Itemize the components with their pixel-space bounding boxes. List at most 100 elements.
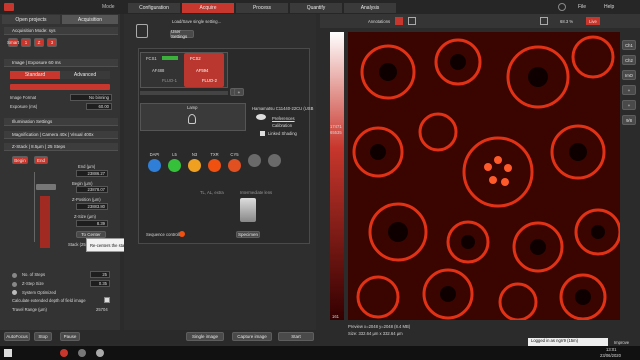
single-image-button[interactable]: Single image — [186, 332, 224, 341]
side-btn-ch1[interactable]: Ch1 — [622, 40, 636, 50]
filter-empty-2-chip[interactable] — [268, 154, 281, 167]
preferences-link[interactable]: Preferences — [272, 116, 295, 121]
end-value[interactable]: 23886.27 — [76, 170, 108, 177]
tab-analysis[interactable]: Analysis — [344, 3, 396, 13]
acq-btn-z[interactable]: Z — [34, 38, 44, 47]
hist-mid: 65535 — [330, 130, 342, 135]
taskbar-app-icon-3[interactable] — [96, 349, 104, 357]
filter-dapi-chip[interactable] — [148, 159, 161, 172]
tab-acquisition[interactable]: Acquisition — [62, 15, 118, 24]
travel-value: 25704 — [96, 307, 108, 312]
stepsize-label: Z-Step Size — [22, 281, 44, 286]
histogram-strip[interactable] — [330, 32, 344, 320]
microscope-image[interactable] — [348, 32, 620, 320]
menu-file[interactable]: File — [578, 4, 586, 10]
calibration-link[interactable]: Calibration — [272, 123, 292, 128]
user-settings-button[interactable]: User Settings — [170, 29, 194, 39]
mode-standard[interactable]: Standard — [10, 71, 60, 79]
zstack-end-button[interactable]: End — [34, 156, 48, 164]
stepsize-icon — [12, 282, 17, 287]
lamp-icon — [188, 114, 196, 124]
steps-value[interactable]: 25 — [90, 271, 110, 278]
filter-dapi-label: DAPI — [149, 152, 160, 157]
image-exposure-header[interactable]: Image | Exposure 60 ms — [4, 59, 118, 67]
image-format-value[interactable]: No binning — [70, 94, 112, 101]
fcs1-value[interactable]: AF488 — [152, 68, 164, 73]
stop-button[interactable]: Stop — [34, 332, 52, 341]
tab-open-projects[interactable]: Open projects — [2, 15, 60, 24]
side-btn-plus2[interactable]: + — [622, 100, 636, 110]
tab-quantify[interactable]: Quantify — [290, 3, 342, 13]
zstack-header[interactable]: Z-Stack | 8.5µm | 25 Steps — [4, 143, 118, 151]
acq-mode-header[interactable]: Acquisition Mode: sys — [4, 27, 118, 35]
lock-icon[interactable] — [136, 24, 148, 38]
zsize-value[interactable]: 8.39 — [76, 220, 108, 227]
filter-l5-chip[interactable] — [168, 159, 181, 172]
improve-link[interactable]: Improve — [614, 340, 629, 345]
zstack-begin-button[interactable]: Begin — [12, 156, 28, 164]
tab-process[interactable]: Process — [236, 3, 288, 13]
stepsize-value[interactable]: 0.35 — [90, 280, 110, 287]
filter-empty-1-chip[interactable] — [248, 154, 261, 167]
filter-txr-chip[interactable] — [208, 159, 221, 172]
sequence-indicator[interactable] — [179, 231, 185, 237]
linked-shading-checkbox[interactable] — [260, 131, 265, 136]
to-center-button[interactable]: To Center — [76, 231, 106, 238]
exposure-label: Exposure (ms) — [10, 104, 38, 109]
fcs-plus-button[interactable]: + — [234, 88, 244, 96]
filter-n3-chip[interactable] — [188, 159, 201, 172]
filter-cy5-chip[interactable] — [228, 159, 241, 172]
pointer-icon[interactable] — [408, 17, 416, 25]
filter-txr[interactable]: TXR — [208, 152, 221, 172]
windows-start-icon[interactable] — [4, 349, 12, 357]
filter-cy5-label: CY5 — [230, 152, 239, 157]
autofocus-button[interactable]: AutoFocus — [4, 332, 30, 341]
filter-n3[interactable]: N3 — [188, 152, 201, 172]
hist-bot: 161 — [332, 314, 339, 319]
fcs2-value[interactable]: AF594 — [196, 68, 208, 73]
acq-btn-3[interactable]: 3 — [47, 38, 57, 47]
side-btn-imo[interactable]: ImO — [622, 70, 636, 80]
illumination-header[interactable]: Illumination Settings — [4, 118, 118, 126]
filter-empty-2[interactable] — [268, 152, 281, 172]
side-btn-ch2[interactable]: Ch2 — [622, 55, 636, 65]
acq-btn-1[interactable]: 1 — [21, 38, 31, 47]
calc-edf-checkbox[interactable] — [104, 297, 110, 303]
load-save-link[interactable]: Load/Save single setting... — [172, 19, 221, 24]
annotation-tool-icon[interactable] — [395, 17, 403, 25]
filter-dapi[interactable]: DAPI — [148, 152, 161, 172]
preview-info: Preview x=2048 y=2048 (8.4 MB) — [348, 324, 411, 329]
sys-opt-radio[interactable] — [12, 290, 17, 295]
tab-configuration[interactable]: Configuration — [128, 3, 180, 13]
live-button[interactable]: Live — [586, 17, 600, 25]
side-btn-98[interactable]: 9/8 — [622, 115, 636, 125]
pause-button[interactable]: Pause — [60, 332, 80, 341]
taskbar-app-icon-2[interactable] — [78, 349, 86, 357]
fcs-slider[interactable] — [140, 91, 228, 95]
annotations-label[interactable]: Annotations — [368, 19, 390, 24]
mode-advanced[interactable]: Advanced — [60, 71, 110, 79]
acq-btn-smart[interactable]: Smart — [7, 38, 19, 47]
side-btn-plus1[interactable]: + — [622, 85, 636, 95]
zoom-fit-icon[interactable] — [540, 17, 548, 25]
exposure-value[interactable]: 60.00 — [86, 103, 112, 110]
top-tabs: Configuration Acquire Process Quantify A… — [128, 3, 396, 13]
taskbar-app-icon-1[interactable] — [60, 349, 68, 357]
app-title: Mode — [102, 4, 115, 10]
top-search-icon[interactable] — [558, 3, 566, 11]
menu-help[interactable]: Help — [604, 4, 614, 10]
begin-value[interactable]: 23878.07 — [76, 186, 108, 193]
start-button[interactable]: Start — [278, 332, 314, 341]
filter-empty-1[interactable] — [248, 152, 261, 172]
specimen-button[interactable]: Specimen — [236, 231, 260, 238]
acq-mode-buttons: Smart 1 Z 3 — [7, 38, 57, 47]
zoom-level[interactable]: 68.3 % — [560, 19, 573, 24]
filter-l5[interactable]: L5 — [168, 152, 181, 172]
objective-icon[interactable] — [240, 198, 256, 222]
tab-acquire[interactable]: Acquire — [182, 3, 234, 13]
zpos-value[interactable]: 23883.80 — [76, 203, 108, 210]
app-logo — [4, 3, 14, 11]
capture-image-button[interactable]: Capture image — [232, 332, 272, 341]
magnification-header[interactable]: Magnification | Camera 40x | Visual 400x — [4, 131, 118, 139]
filter-cy5[interactable]: CY5 — [228, 152, 241, 172]
